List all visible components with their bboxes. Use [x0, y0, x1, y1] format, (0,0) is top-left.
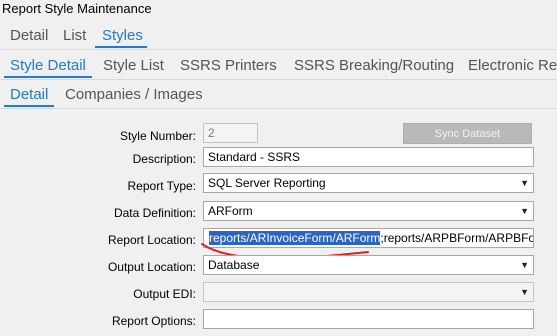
- description-label: Description:: [132, 152, 196, 166]
- report-type-label: Report Type:: [127, 179, 196, 193]
- report-options-field[interactable]: [203, 309, 534, 329]
- tab-ssrs-printers[interactable]: SSRS Printers: [180, 57, 277, 74]
- tab-styles[interactable]: Styles: [102, 27, 143, 44]
- data-definition-label: Data Definition:: [113, 206, 196, 220]
- tab-style-list[interactable]: Style List: [103, 57, 164, 74]
- tab-sub-detail[interactable]: Detail: [10, 86, 48, 103]
- tab-electronic[interactable]: Electronic Re: [468, 57, 557, 74]
- sync-dataset-button[interactable]: Sync Dataset: [403, 123, 532, 144]
- chevron-down-icon[interactable]: ▼: [520, 283, 529, 301]
- output-location-label: Output Location:: [107, 260, 196, 274]
- report-location-rest-text: ;reports/ARPBForm/ARPBForm: [380, 231, 534, 245]
- style-number-label: Style Number:: [119, 129, 196, 143]
- report-type-value: SQL Server Reporting: [208, 176, 326, 190]
- tab-styles-underline: [95, 46, 147, 48]
- output-edi-select[interactable]: ▼: [203, 282, 534, 302]
- report-location-label: Report Location:: [107, 233, 196, 247]
- divider: [0, 108, 557, 109]
- chevron-down-icon[interactable]: ▼: [520, 202, 529, 220]
- output-location-select[interactable]: Database ▼: [203, 255, 534, 275]
- divider: [0, 79, 557, 80]
- tab-list[interactable]: List: [63, 27, 86, 44]
- report-options-label: Report Options:: [111, 314, 196, 328]
- style-number-field: 2: [203, 123, 258, 143]
- tab-style-detail[interactable]: Style Detail: [10, 57, 86, 74]
- report-type-select[interactable]: SQL Server Reporting ▼: [203, 173, 534, 193]
- chevron-down-icon[interactable]: ▼: [520, 174, 529, 192]
- tab-companies-images[interactable]: Companies / Images: [65, 86, 203, 103]
- data-definition-value: ARForm: [208, 204, 253, 218]
- description-field[interactable]: Standard - SSRS: [203, 147, 534, 167]
- chevron-down-icon[interactable]: ▼: [520, 256, 529, 274]
- tab-detail[interactable]: Detail: [10, 27, 48, 44]
- data-definition-select[interactable]: ARForm ▼: [203, 201, 534, 221]
- output-location-value: Database: [208, 258, 260, 272]
- tab-style-detail-underline: [4, 76, 92, 78]
- tab-sub-detail-underline: [4, 105, 54, 107]
- output-edi-label: Output EDI:: [133, 287, 196, 301]
- window-title: Report Style Maintenance: [2, 1, 152, 16]
- divider: [0, 49, 557, 50]
- tab-ssrs-breaking-routing[interactable]: SSRS Breaking/Routing: [294, 57, 454, 74]
